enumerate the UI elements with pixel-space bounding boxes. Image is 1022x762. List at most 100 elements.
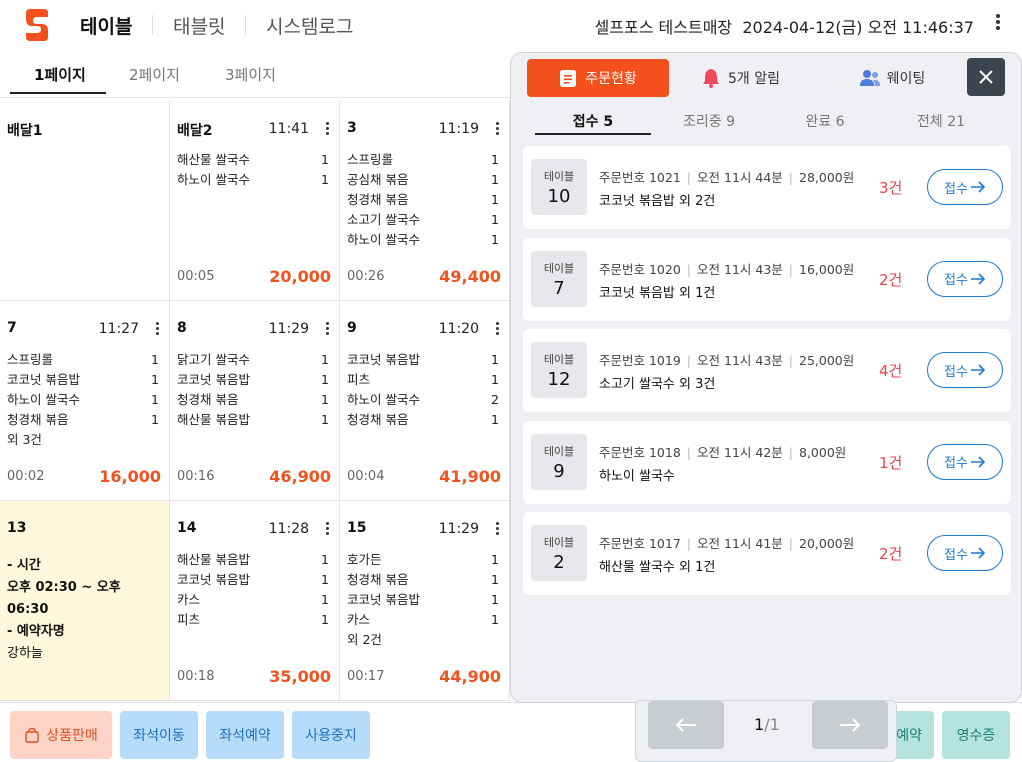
table-card[interactable]: 배달2 11:41 해산물 쌀국수 1 하노이 쌀국수 1 00:05 20,000 (170, 101, 340, 301)
table-card[interactable]: 3 11:19 스프링롤 1 공심채 볶음 1 청경채 볶음 1 소고기 쌀국수 1 하노이 쌀국수… (340, 101, 510, 301)
order-time: 오전 11시 42분 (697, 444, 783, 460)
order-card[interactable]: 테이블 10 주문번호 1021 | 오전 11시 44분 | 28,000원 코코넛 볶음밥… (523, 146, 1011, 229)
order-item: 청경채 볶음 1 (347, 190, 499, 210)
order-meta: 주문번호 1018 | 오전 11시 42분 | 8,000원 (599, 442, 846, 461)
order-number: 주문번호 1019 (599, 353, 681, 368)
product-sale-button[interactable]: 상품판매 (10, 711, 112, 759)
table-name: 3 (347, 120, 357, 136)
table-badge: 테이블 7 (531, 250, 587, 307)
item-qty: 1 (321, 172, 329, 187)
table-badge-label: 테이블 (543, 261, 575, 275)
order-number: 주문번호 1021 (599, 170, 681, 185)
accept-button[interactable]: 접수 (927, 260, 1003, 297)
store-name: 셀프포스 테스트매장 (594, 18, 733, 37)
table-badge: 테이블 9 (531, 433, 587, 490)
close-button[interactable] (967, 58, 1005, 96)
order-amount: 20,000원 (799, 536, 855, 551)
order-count: 3건 (879, 179, 903, 197)
table-order-time: 11:41 (268, 121, 309, 137)
accept-button[interactable]: 접수 (927, 352, 1003, 388)
order-item: 청경채 볶음 1 (7, 410, 159, 430)
table-menu-icon[interactable] (324, 521, 330, 539)
item-name: 피츠 (347, 372, 371, 387)
order-status-label: 주문현황 (585, 71, 637, 87)
nav-divider (245, 15, 246, 35)
prev-page-button[interactable] (648, 701, 724, 749)
table-menu-icon[interactable] (324, 321, 330, 339)
tab-all[interactable]: 전체 21 (883, 111, 999, 131)
order-status-tab[interactable]: 주문현황 (527, 59, 669, 97)
table-badge-label: 테이블 (543, 170, 575, 183)
seat-move-button[interactable]: 좌석이동 (120, 711, 198, 759)
table-order-time: 11:29 (268, 321, 309, 337)
page-total: /1 (764, 715, 780, 734)
more-menu-icon[interactable] (994, 12, 1002, 34)
tab-cooking[interactable]: 조리중 9 (651, 111, 767, 131)
tab-page-2[interactable]: 2페이지 (129, 64, 180, 85)
reservation-line: - 예약자명 (7, 624, 65, 639)
suspend-button[interactable]: 사용중지 (292, 711, 370, 759)
table-menu-icon[interactable] (494, 321, 500, 339)
item-qty: 1 (321, 612, 329, 627)
order-items: 해산물 볶음밥 1 코코넛 볶음밥 1 카스 1 피츠 1 (177, 550, 329, 630)
table-card[interactable]: 9 11:20 코코넛 볶음밥 1 피츠 1 하노이 쌀국수 2 청경채 볶음 1 00:04 41,… (340, 301, 510, 501)
order-menu-summary: 코코넛 볶음밥 외 1건 (599, 285, 716, 301)
item-name: 청경채 볶음 (7, 412, 69, 427)
nav-tablet[interactable]: 태블릿 (173, 12, 225, 39)
page-current: 1 (754, 715, 765, 734)
item-name: 하노이 쌀국수 (177, 172, 250, 187)
order-menu-summary: 하노이 쌀국수 (599, 468, 675, 484)
item-name: 호가든 (347, 552, 382, 567)
table-menu-icon[interactable] (494, 521, 500, 539)
order-card[interactable]: 테이블 2 주문번호 1017 | 오전 11시 41분 | 20,000원 해산물 쌀국수 … (523, 512, 1011, 595)
nav-system-log[interactable]: 시스템로그 (266, 12, 353, 39)
waiting-tab[interactable]: 웨이팅 (845, 59, 939, 97)
order-menu-summary: 소고기 쌀국수 외 3건 (599, 377, 716, 392)
order-item: 피츠 1 (347, 370, 499, 390)
meta-divider: | (788, 170, 793, 185)
order-items: 닭고기 쌀국수 1 코코넛 볶음밥 1 청경채 볶음 1 해산물 볶음밥 1 (177, 350, 329, 430)
table-menu-icon[interactable] (324, 121, 330, 139)
tab-page-3[interactable]: 3페이지 (225, 64, 276, 85)
order-item: 스프링롤 1 (7, 350, 159, 370)
accept-button[interactable]: 접수 (927, 169, 1003, 205)
table-card[interactable]: 13 - 시간 오후 02:30 ~ 오후 06:30 - 예약자명 강하늘 (0, 501, 170, 701)
order-meta: 주문번호 1019 | 오전 11시 43분 | 25,000원 (599, 350, 854, 369)
table-total: 46,900 (269, 467, 331, 486)
item-qty: 1 (491, 212, 499, 227)
table-card[interactable]: 14 11:28 해산물 볶음밥 1 코코넛 볶음밥 1 카스 1 피츠 1 00:18 35,000 (170, 501, 340, 701)
tab-page-1[interactable]: 1페이지 (34, 64, 86, 85)
arrow-right-icon (970, 364, 986, 376)
order-item: 하노이 쌀국수 1 (347, 230, 499, 250)
tab-completed[interactable]: 완료 6 (767, 111, 883, 131)
table-card[interactable]: 8 11:29 닭고기 쌀국수 1 코코넛 볶음밥 1 청경채 볶음 1 해산물 볶음밥 1 00:… (170, 301, 340, 501)
accept-button[interactable]: 접수 (927, 443, 1003, 480)
item-qty: 1 (491, 152, 499, 167)
table-menu-icon[interactable] (154, 321, 160, 339)
item-qty: 1 (151, 352, 159, 367)
item-qty: 1 (491, 172, 499, 187)
order-amount: 16,000원 (799, 261, 855, 277)
order-card[interactable]: 테이블 9 주문번호 1018 | 오전 11시 42분 | 8,000원 하노이 쌀국수 1건… (523, 420, 1011, 504)
accept-label: 접수 (944, 547, 968, 563)
item-name: 하노이 쌀국수 (7, 392, 80, 407)
nav-table[interactable]: 테이블 (80, 12, 132, 39)
table-card[interactable]: 7 11:27 스프링롤 1 코코넛 볶음밥 1 하노이 쌀국수 1 청경채 볶음 1 외 3건 00… (0, 301, 170, 501)
table-menu-icon[interactable] (494, 121, 500, 139)
order-card[interactable]: 테이블 7 주문번호 1020 | 오전 11시 43분 | 16,000원코코넛 볶음밥 … (523, 237, 1011, 321)
seat-reserve-button[interactable]: 좌석예약 (206, 711, 284, 759)
order-card[interactable]: 테이블 12 주문번호 1019 | 오전 11시 43분 | 25,000원 소고기 쌀국수… (523, 329, 1011, 412)
more-items: 외 3건 (7, 432, 42, 447)
tab-received[interactable]: 접수 5 (535, 111, 651, 131)
order-meta: 주문번호 1020 | 오전 11시 43분 | 16,000원 (599, 259, 854, 278)
next-page-button[interactable] (812, 701, 888, 749)
table-card[interactable]: 15 11:29 호가든 1 청경채 볶음 1 코코넛 볶음밥 1 카스 1 외 2건 00:17 44… (340, 501, 510, 701)
accept-button[interactable]: 접수 (927, 535, 1003, 571)
order-item: 소고기 쌀국수 1 (347, 210, 499, 230)
table-total: 44,900 (439, 667, 501, 686)
order-item: 카스 1 (177, 590, 329, 610)
table-card[interactable]: 배달1 (0, 101, 170, 301)
table-name: 14 (177, 520, 197, 536)
receipt-button[interactable]: 영수증 (942, 711, 1010, 759)
alerts-tab[interactable]: 5개 알림 (679, 59, 803, 97)
